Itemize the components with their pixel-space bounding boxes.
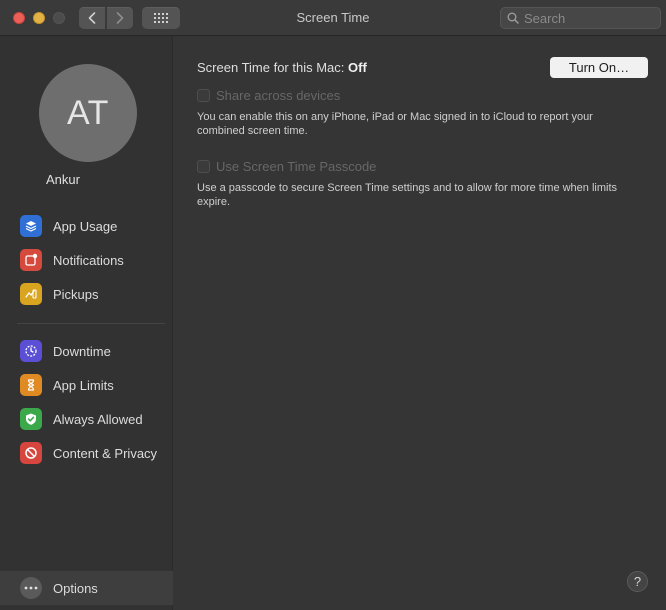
options-button[interactable]: Options bbox=[0, 571, 173, 605]
more-options-icon bbox=[20, 577, 42, 599]
title-bar: Screen Time bbox=[0, 0, 666, 36]
turn-on-button[interactable]: Turn On… bbox=[550, 57, 648, 78]
sidebar-item-downtime[interactable]: Downtime bbox=[0, 337, 173, 365]
passcode-row: Use Screen Time Passcode bbox=[197, 159, 376, 174]
avatar: AT bbox=[39, 64, 137, 162]
main-panel: Screen Time for this Mac: Off Turn On… S… bbox=[173, 36, 666, 610]
app-limits-icon bbox=[20, 374, 42, 396]
share-across-devices-checkbox bbox=[197, 89, 210, 102]
share-across-devices-label: Share across devices bbox=[216, 88, 341, 103]
avatar-initials: AT bbox=[67, 93, 109, 132]
sidebar-item-content-privacy[interactable]: Content & Privacy bbox=[0, 439, 173, 467]
sidebar-item-label: Content & Privacy bbox=[53, 445, 158, 461]
username: Ankur bbox=[46, 172, 80, 187]
sidebar: AT Ankur App Usage Notifications Pickups… bbox=[0, 36, 173, 610]
screen-time-status: Screen Time for this Mac: Off bbox=[197, 60, 367, 75]
sidebar-item-label: Notifications bbox=[53, 252, 124, 268]
sidebar-item-app-usage[interactable]: App Usage bbox=[0, 212, 173, 240]
pickups-icon bbox=[20, 283, 42, 305]
sidebar-item-pickups[interactable]: Pickups bbox=[0, 280, 173, 308]
status-value: Off bbox=[348, 60, 367, 75]
passcode-checkbox bbox=[197, 160, 210, 173]
options-label: Options bbox=[53, 580, 98, 596]
sidebar-item-app-limits[interactable]: App Limits bbox=[0, 371, 173, 399]
sidebar-item-label: Pickups bbox=[53, 286, 99, 302]
sidebar-item-always-allowed[interactable]: Always Allowed bbox=[0, 405, 173, 433]
help-button[interactable]: ? bbox=[627, 571, 648, 592]
app-usage-icon bbox=[20, 215, 42, 237]
sidebar-item-label: Always Allowed bbox=[53, 411, 143, 427]
share-across-devices-row: Share across devices bbox=[197, 88, 340, 103]
search-input[interactable] bbox=[524, 10, 654, 26]
screen-time-window: Screen Time AT Ankur bbox=[0, 0, 666, 610]
search-icon bbox=[507, 12, 519, 24]
passcode-label: Use Screen Time Passcode bbox=[216, 159, 377, 174]
downtime-icon bbox=[20, 340, 42, 362]
content-privacy-icon bbox=[20, 442, 42, 464]
sidebar-divider bbox=[17, 323, 165, 324]
always-allowed-icon bbox=[20, 408, 42, 430]
sidebar-item-label: App Usage bbox=[53, 218, 118, 234]
passcode-description: Use a passcode to secure Screen Time set… bbox=[197, 182, 618, 208]
share-description: You can enable this on any iPhone, iPad … bbox=[197, 111, 593, 137]
search-field[interactable] bbox=[500, 7, 661, 29]
sidebar-item-label: Downtime bbox=[53, 343, 111, 359]
sidebar-item-notifications[interactable]: Notifications bbox=[0, 246, 173, 274]
sidebar-item-label: App Limits bbox=[53, 377, 114, 393]
status-label: Screen Time for this Mac: bbox=[197, 60, 345, 75]
notifications-icon bbox=[20, 249, 42, 271]
